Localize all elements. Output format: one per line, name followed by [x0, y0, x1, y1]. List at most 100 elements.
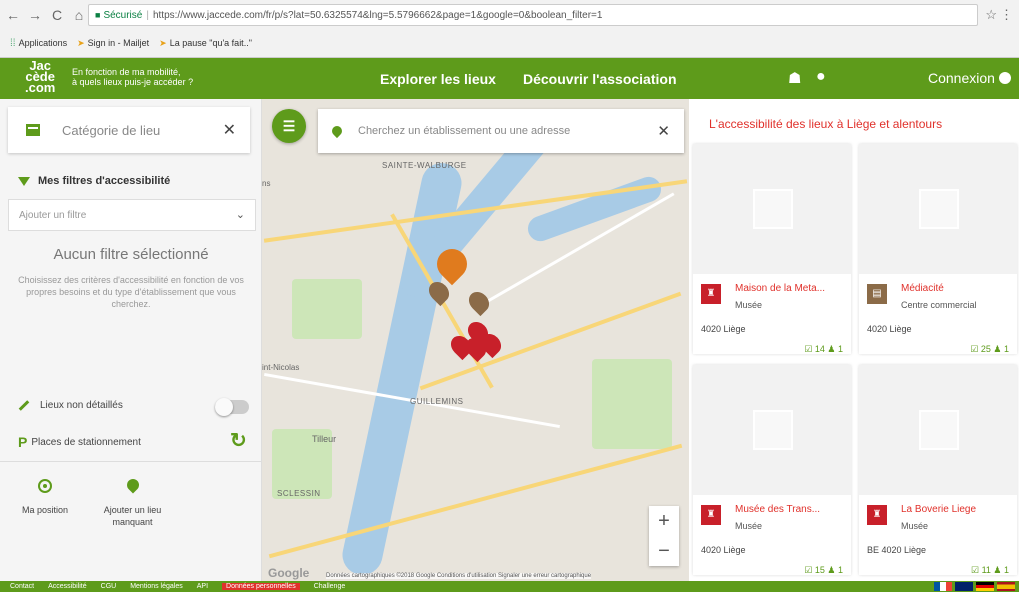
footer-link-cgu[interactable]: CGU [101, 583, 117, 590]
bookmark-icon: ➤ [77, 37, 85, 48]
bookmark-mailjet[interactable]: ➤ Sign in - Mailjet [77, 38, 149, 49]
place-card[interactable]: ♜ Musée des Trans... Musée 4020 Liège ☑ … [693, 365, 851, 575]
card-name[interactable]: La Boverie Liege [901, 504, 1013, 515]
shopping-icon: ▤ [867, 284, 887, 304]
card-city: 4020 Liège [701, 324, 746, 334]
filters-heading: Mes filtres d'accessibilité [18, 175, 170, 187]
bookmark-pause[interactable]: ➤ La pause "qu'a fait.." [159, 38, 252, 49]
lieux-non-detailles-label: Lieux non détaillés [40, 400, 123, 411]
card-stats: ☑ 15 ♟ 1 [804, 565, 843, 575]
apps-icon: ⁞⁞ [10, 37, 16, 49]
footer-link-mentions[interactable]: Mentions légales [130, 583, 183, 590]
map-label: Tilleur [312, 434, 337, 444]
menu-icon[interactable]: ⋮ [1000, 7, 1013, 23]
card-type: Musée [735, 521, 763, 531]
map-filter-button[interactable]: ☰ [272, 109, 306, 143]
card-type: Musée [901, 521, 929, 531]
category-placeholder: Catégorie de lieu [62, 122, 161, 138]
footer-link-accessibilite[interactable]: Accessibilité [48, 583, 87, 590]
pin-icon [124, 476, 141, 494]
close-icon[interactable]: ✕ [223, 120, 236, 140]
footer-link-api[interactable]: API [197, 583, 208, 590]
zoom-in-button[interactable]: + [649, 506, 679, 536]
reload-icon[interactable]: C [48, 7, 66, 23]
lieux-non-detailles-row: Lieux non détaillés [18, 400, 123, 411]
back-icon[interactable]: ← [4, 7, 22, 23]
image-placeholder-icon [693, 365, 851, 495]
map[interactable]: SAINTE-WALBURGE GUILLEMINS Tilleur SCLES… [262, 99, 689, 581]
bookmark-label: Sign in - Mailjet [87, 38, 150, 48]
place-card[interactable]: ♜ Maison de la Meta... Musée 4020 Liège … [693, 144, 851, 354]
tagline: En fonction de ma mobilité, à quels lieu… [72, 67, 193, 87]
map-label: SAINTE-WALBURGE [382, 161, 467, 170]
tagline-line2: à quels lieux puis-je accéder ? [72, 77, 194, 87]
bookmark-label: Applications [18, 38, 68, 48]
place-marker[interactable] [464, 287, 494, 317]
add-place-label: Ajouter un lieu manquant [103, 505, 162, 527]
map-label: int-Nicolas [262, 363, 300, 372]
refresh-icon[interactable]: ↻ [230, 428, 247, 453]
add-place-button[interactable]: Ajouter un lieu manquant [95, 476, 170, 528]
browser-chrome: ← → C ⌂ ■ Sécurisé | https://www.jaccede… [0, 0, 1019, 58]
add-filter-dropdown[interactable]: Ajouter un filtre ⌄ [8, 199, 256, 231]
home-icon[interactable]: ⌂ [70, 7, 88, 23]
map-attribution[interactable]: Données cartographiques ©2018 Google Con… [326, 573, 592, 579]
flag-de-icon[interactable] [976, 582, 994, 591]
nav-explorer-lieux[interactable]: Explorer les lieux [380, 71, 496, 87]
parking-icon: P [18, 434, 28, 450]
bookmark-icon: ➤ [159, 37, 167, 48]
results-panel: L'accessibilité des lieux à Liège et ale… [689, 99, 1019, 581]
card-name[interactable]: Musée des Trans... [735, 504, 847, 515]
address-bar[interactable]: ■ Sécurisé | https://www.jaccede.com/fr/… [88, 4, 978, 26]
apple-icon[interactable]: ● [816, 68, 826, 86]
footer-link-donnees[interactable]: Données personnelles [222, 583, 300, 590]
results-title: L'accessibilité des lieux à Liège et ale… [709, 117, 943, 131]
card-name[interactable]: Maison de la Meta... [735, 283, 847, 294]
park-area [292, 279, 362, 339]
park-area [592, 359, 672, 449]
target-icon [38, 479, 52, 493]
card-city: 4020 Liège [867, 324, 912, 334]
map-search-box[interactable]: Cherchez un établissement ou une adresse… [318, 109, 684, 153]
footer-link-contact[interactable]: Contact [10, 583, 34, 590]
no-filter-title: Aucun filtre sélectionné [53, 246, 209, 263]
bookmark-label: La pause "qu'a fait.." [169, 38, 252, 48]
card-type: Centre commercial [901, 300, 977, 310]
bookmark-apps[interactable]: ⁞⁞ Applications [10, 38, 67, 49]
image-placeholder-icon [859, 365, 1017, 495]
zoom-control: + − [649, 506, 679, 566]
zoom-out-button[interactable]: − [649, 536, 679, 566]
flag-es-icon[interactable] [997, 582, 1015, 591]
card-name[interactable]: Médiacité [901, 283, 1013, 294]
my-position-button[interactable]: Ma position [20, 479, 70, 515]
chevron-down-icon: ⌄ [235, 209, 245, 221]
place-card[interactable]: ♜ La Boverie Liege Musée BE 4020 Liège ☑… [859, 365, 1017, 575]
image-placeholder-icon [859, 144, 1017, 274]
card-stats: ☑ 25 ♟ 1 [970, 344, 1009, 354]
connexion-link[interactable]: Connexion [928, 70, 1011, 86]
forward-icon[interactable]: → [26, 7, 44, 23]
no-filter-description: Choisissez des critères d'accessibilité … [18, 275, 244, 309]
footer-link-challenge[interactable]: Challenge [314, 583, 346, 590]
museum-icon: ♜ [701, 505, 721, 525]
nav-decouvrir-association[interactable]: Découvrir l'association [523, 71, 677, 87]
place-card[interactable]: ▤ Médiacité Centre commercial 4020 Liège… [859, 144, 1017, 354]
parking-label: Places de stationnement [31, 436, 141, 448]
card-city: BE 4020 Liège [867, 545, 927, 555]
bookmarks-bar: ⁞⁞ Applications ➤ Sign in - Mailjet ➤ La pa… [0, 32, 1019, 54]
close-icon[interactable]: ✕ [657, 122, 670, 140]
category-icon [26, 124, 40, 136]
flag-fr-icon[interactable] [934, 582, 952, 591]
url-row: ← → C ⌂ ■ Sécurisé | https://www.jaccede… [0, 0, 1019, 30]
google-logo: Google [268, 566, 310, 580]
map-label: SCLESSIN [277, 489, 321, 498]
map-label: GUILLEMINS [410, 397, 464, 406]
lieux-non-detailles-toggle[interactable] [215, 398, 249, 416]
jaccede-logo[interactable]: Jac cède .com [25, 59, 55, 94]
flag-uk-icon[interactable] [955, 582, 973, 591]
android-icon[interactable]: ☗ [788, 69, 801, 87]
bookmark-star-icon[interactable]: ☆ [985, 7, 997, 23]
category-select[interactable]: Catégorie de lieu ✕ [8, 107, 250, 153]
card-type: Musée [735, 300, 763, 310]
museum-icon: ♜ [867, 505, 887, 525]
